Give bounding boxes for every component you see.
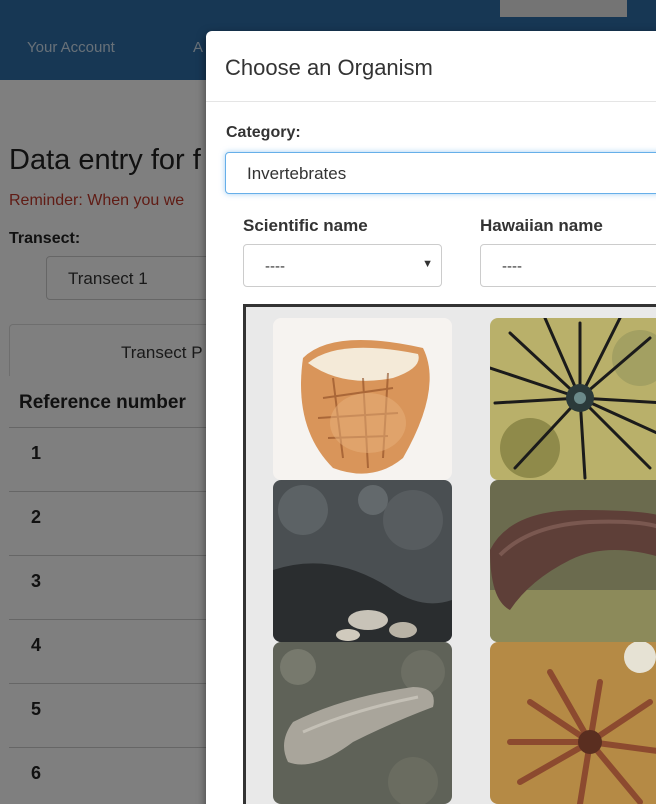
hawaiian-name-value: ---- xyxy=(502,258,522,275)
scientific-name-select[interactable]: ---- ▼ xyxy=(243,244,442,287)
organism-photo-brown-sea-cucumber[interactable] xyxy=(490,480,656,642)
sea-urchin-image xyxy=(490,318,656,480)
category-label: Category: xyxy=(226,124,301,141)
category-input[interactable]: Invertebrates xyxy=(225,152,656,194)
organism-photo-dark-sea-cucumber[interactable] xyxy=(273,480,452,642)
scientific-name-label: Scientific name xyxy=(243,216,368,235)
brown-sea-cucumber-image xyxy=(490,480,656,642)
organism-photo-slate-pencil-urchin[interactable] xyxy=(490,642,656,804)
cone-shell-image xyxy=(273,318,452,480)
choose-organism-modal: Choose an Organism Category: Invertebrat… xyxy=(206,31,656,804)
organism-photo-grey-sea-cucumber[interactable] xyxy=(273,642,452,804)
grey-sea-cucumber-image xyxy=(273,642,452,804)
scientific-name-value: ---- xyxy=(265,258,285,275)
dark-sea-cucumber-image xyxy=(273,480,452,642)
chevron-down-icon: ▼ xyxy=(422,258,433,270)
hawaiian-name-label: Hawaiian name xyxy=(480,216,603,235)
modal-header: Choose an Organism xyxy=(206,31,656,102)
organism-gallery[interactable] xyxy=(243,304,656,804)
organism-photo-cone-shell[interactable] xyxy=(273,318,452,480)
slate-pencil-urchin-image xyxy=(490,642,656,804)
modal-title: Choose an Organism xyxy=(225,55,433,80)
organism-photo-sea-urchin[interactable] xyxy=(490,318,656,480)
hawaiian-name-select[interactable]: ---- xyxy=(480,244,656,287)
